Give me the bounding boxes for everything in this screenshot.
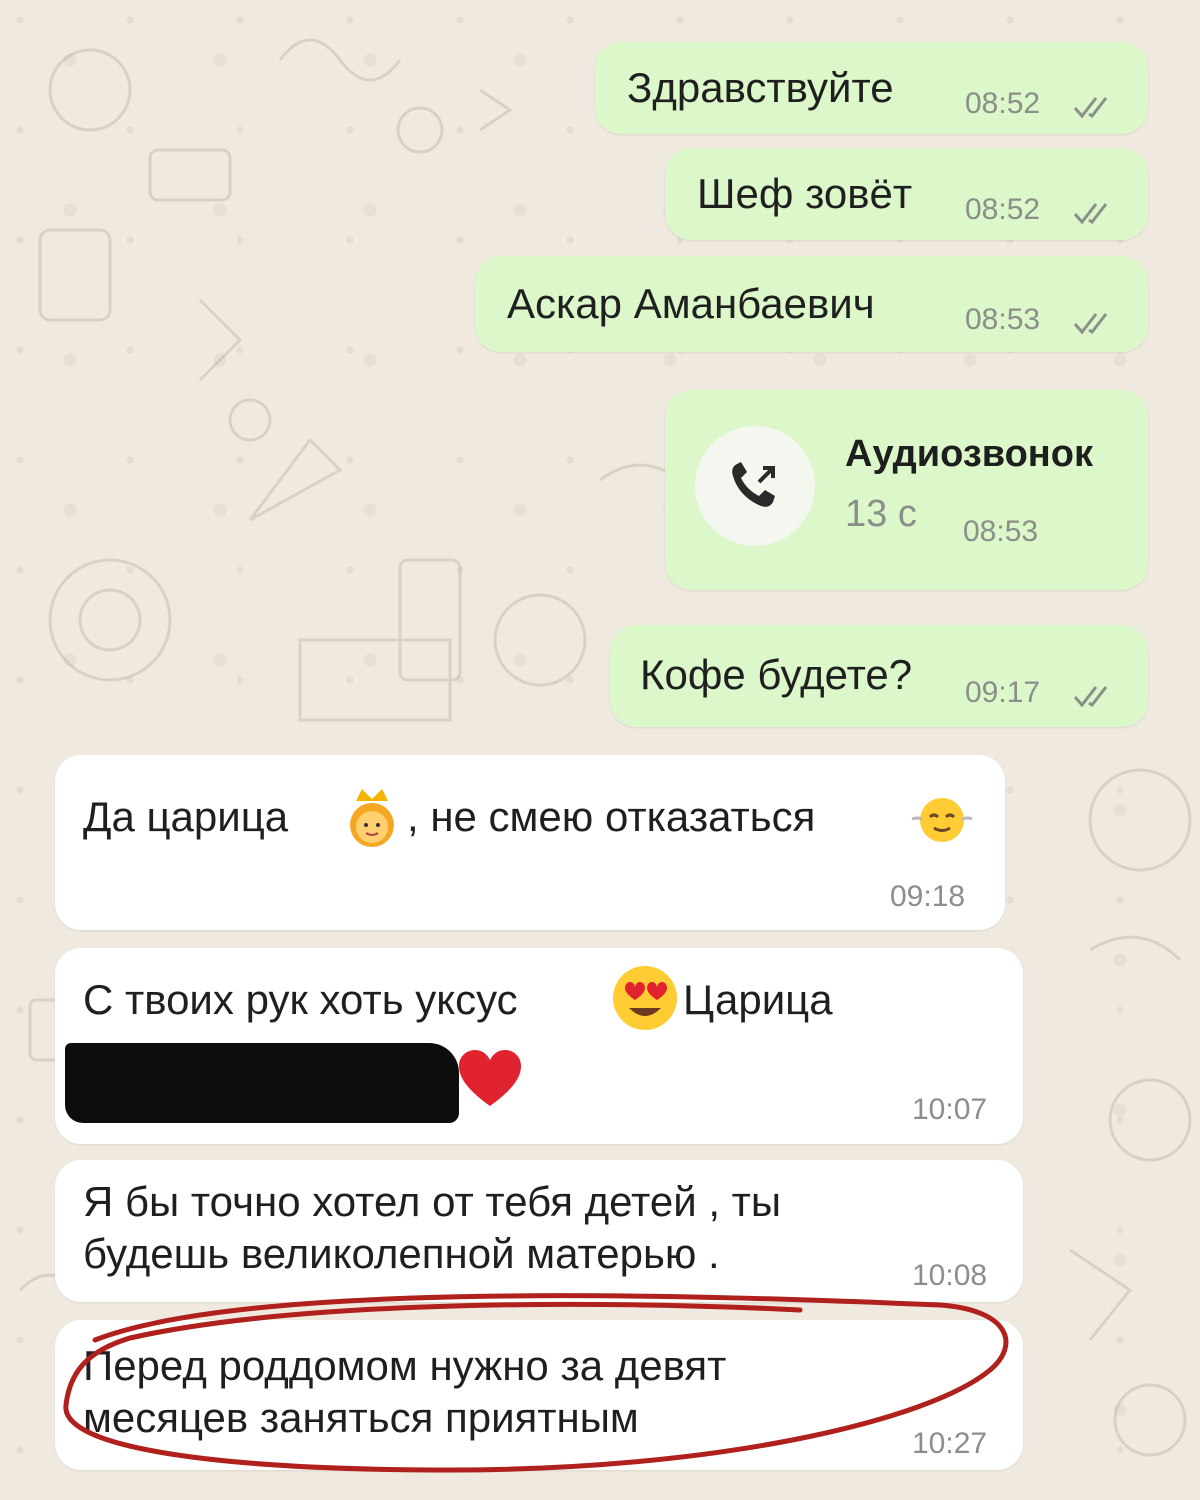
message-time: 08:52: [965, 87, 1041, 120]
message-bubble-incoming[interactable]: Перед роддомом нужно за девят месяцев за…: [55, 1320, 1023, 1470]
read-ticks-icon: [1073, 203, 1108, 225]
redacted-name-block: [65, 1043, 459, 1123]
message-time: 10:27: [912, 1427, 988, 1460]
message-time: 09:17: [965, 676, 1041, 709]
read-ticks-icon: [1073, 97, 1108, 119]
message-text: Шеф зовёт: [697, 170, 913, 217]
outgoing-call-icon: [732, 462, 775, 507]
message-time: 09:18: [890, 880, 966, 913]
message-text-line: Перед роддомом нужно за девят: [83, 1342, 727, 1389]
message-bubble-incoming[interactable]: Я бы точно хотел от тебя детей , ты буде…: [55, 1160, 1023, 1302]
message-bubble-outgoing[interactable]: Шеф зовёт 08:52: [665, 148, 1148, 240]
call-log-bubble[interactable]: Аудиозвонок 13 с 08:53: [665, 390, 1148, 590]
message-bubble-incoming[interactable]: С твоих рук хоть уксус Царица 10:07: [55, 948, 1023, 1144]
read-ticks-icon: [1073, 686, 1108, 708]
call-icon-circle[interactable]: [695, 426, 815, 546]
message-time: 10:08: [912, 1259, 988, 1292]
message-bubble-outgoing[interactable]: Кофе будете? 09:17: [610, 625, 1148, 727]
message-time: 08:53: [963, 515, 1039, 548]
call-title: Аудиозвонок: [845, 433, 1093, 475]
call-duration: 13 с: [845, 493, 917, 535]
read-ticks-icon: [1073, 313, 1108, 335]
message-text: Да царица: [83, 793, 289, 840]
message-text: , не смею отказаться: [407, 793, 816, 840]
message-text-line: будешь великолепной матерью .: [83, 1230, 720, 1277]
message-text-line: месяцев заняться приятным: [83, 1394, 639, 1441]
message-text-line: Я бы точно хотел от тебя детей , ты: [83, 1178, 782, 1225]
message-text: С твоих рук хоть уксус: [83, 976, 518, 1023]
princess-emoji: [350, 789, 394, 847]
message-bubble-outgoing[interactable]: Аскар Аманбаевич 08:53: [475, 256, 1148, 352]
message-text: Царица: [683, 976, 833, 1023]
heart-eyes-emoji: [613, 966, 677, 1030]
message-time: 10:07: [912, 1093, 988, 1126]
chat-view[interactable]: Здравствуйте 08:52 Шеф зовёт 08:52 Аскар…: [0, 0, 1200, 1500]
message-time: 08:53: [965, 303, 1041, 336]
message-bubble-outgoing[interactable]: Здравствуйте 08:52: [595, 42, 1148, 134]
relieved-face-emoji: [911, 798, 973, 842]
red-heart-emoji: [459, 1050, 521, 1106]
message-bubble-incoming[interactable]: Да царица , не смею отказаться 09:18: [55, 755, 1005, 930]
message-text: Кофе будете?: [640, 651, 913, 698]
message-time: 08:52: [965, 193, 1041, 226]
message-text: Аскар Аманбаевич: [507, 280, 875, 327]
message-text: Здравствуйте: [627, 64, 894, 111]
